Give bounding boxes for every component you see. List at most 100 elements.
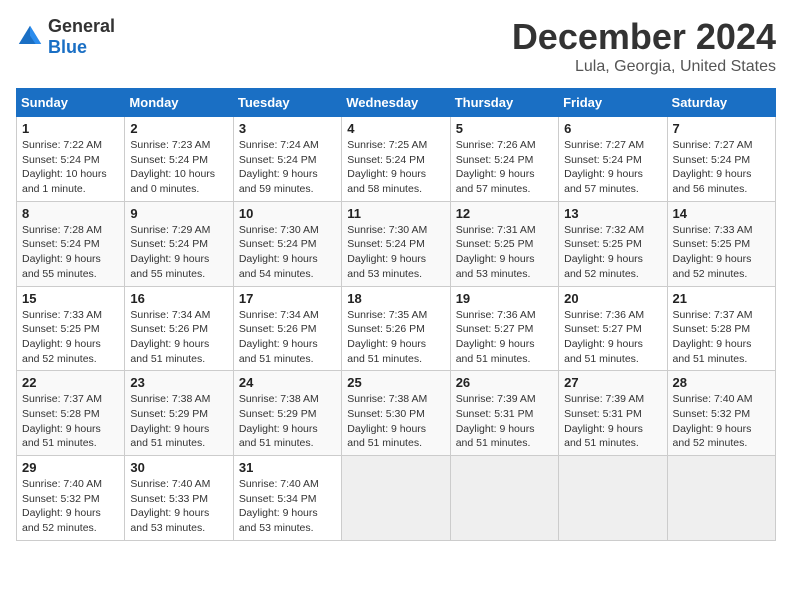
day-info: Sunrise: 7:40 AMSunset: 5:33 PMDaylight:…: [130, 478, 210, 534]
calendar-table: Sunday Monday Tuesday Wednesday Thursday…: [16, 88, 776, 541]
col-sunday: Sunday: [17, 89, 125, 117]
calendar-cell: 30 Sunrise: 7:40 AMSunset: 5:33 PMDaylig…: [125, 456, 233, 541]
col-tuesday: Tuesday: [233, 89, 341, 117]
col-friday: Friday: [559, 89, 667, 117]
day-number: 24: [239, 375, 336, 390]
day-number: 8: [22, 206, 119, 221]
day-number: 29: [22, 460, 119, 475]
day-info: Sunrise: 7:23 AMSunset: 5:24 PMDaylight:…: [130, 139, 215, 195]
calendar-week-2: 8 Sunrise: 7:28 AMSunset: 5:24 PMDayligh…: [17, 201, 776, 286]
calendar-cell: 15 Sunrise: 7:33 AMSunset: 5:25 PMDaylig…: [17, 286, 125, 371]
day-info: Sunrise: 7:34 AMSunset: 5:26 PMDaylight:…: [130, 309, 210, 365]
day-number: 28: [673, 375, 770, 390]
calendar-cell: 25 Sunrise: 7:38 AMSunset: 5:30 PMDaylig…: [342, 371, 450, 456]
calendar-cell: 13 Sunrise: 7:32 AMSunset: 5:25 PMDaylig…: [559, 201, 667, 286]
calendar-cell: 20 Sunrise: 7:36 AMSunset: 5:27 PMDaylig…: [559, 286, 667, 371]
calendar-cell: 7 Sunrise: 7:27 AMSunset: 5:24 PMDayligh…: [667, 117, 775, 202]
day-number: 18: [347, 291, 444, 306]
calendar-cell: 8 Sunrise: 7:28 AMSunset: 5:24 PMDayligh…: [17, 201, 125, 286]
calendar-cell: 16 Sunrise: 7:34 AMSunset: 5:26 PMDaylig…: [125, 286, 233, 371]
day-number: 4: [347, 121, 444, 136]
day-number: 7: [673, 121, 770, 136]
day-number: 26: [456, 375, 553, 390]
calendar-cell: 31 Sunrise: 7:40 AMSunset: 5:34 PMDaylig…: [233, 456, 341, 541]
day-info: Sunrise: 7:32 AMSunset: 5:25 PMDaylight:…: [564, 224, 644, 280]
calendar-cell: [559, 456, 667, 541]
calendar-week-3: 15 Sunrise: 7:33 AMSunset: 5:25 PMDaylig…: [17, 286, 776, 371]
day-number: 23: [130, 375, 227, 390]
calendar-cell: 9 Sunrise: 7:29 AMSunset: 5:24 PMDayligh…: [125, 201, 233, 286]
calendar-cell: 27 Sunrise: 7:39 AMSunset: 5:31 PMDaylig…: [559, 371, 667, 456]
calendar-cell: 1 Sunrise: 7:22 AMSunset: 5:24 PMDayligh…: [17, 117, 125, 202]
day-info: Sunrise: 7:24 AMSunset: 5:24 PMDaylight:…: [239, 139, 319, 195]
day-number: 1: [22, 121, 119, 136]
day-number: 30: [130, 460, 227, 475]
calendar-cell: [450, 456, 558, 541]
month-title: December 2024: [512, 16, 776, 58]
day-info: Sunrise: 7:36 AMSunset: 5:27 PMDaylight:…: [456, 309, 536, 365]
logo-text-general: General: [48, 16, 115, 36]
day-info: Sunrise: 7:27 AMSunset: 5:24 PMDaylight:…: [564, 139, 644, 195]
day-number: 16: [130, 291, 227, 306]
calendar-cell: 10 Sunrise: 7:30 AMSunset: 5:24 PMDaylig…: [233, 201, 341, 286]
header-row: Sunday Monday Tuesday Wednesday Thursday…: [17, 89, 776, 117]
location-title: Lula, Georgia, United States: [512, 58, 776, 76]
calendar-cell: [667, 456, 775, 541]
day-number: 17: [239, 291, 336, 306]
col-wednesday: Wednesday: [342, 89, 450, 117]
day-info: Sunrise: 7:38 AMSunset: 5:29 PMDaylight:…: [130, 393, 210, 449]
calendar-cell: 4 Sunrise: 7:25 AMSunset: 5:24 PMDayligh…: [342, 117, 450, 202]
day-number: 5: [456, 121, 553, 136]
day-info: Sunrise: 7:40 AMSunset: 5:32 PMDaylight:…: [22, 478, 102, 534]
logo: General Blue: [16, 16, 115, 58]
calendar-cell: 5 Sunrise: 7:26 AMSunset: 5:24 PMDayligh…: [450, 117, 558, 202]
day-info: Sunrise: 7:33 AMSunset: 5:25 PMDaylight:…: [22, 309, 102, 365]
calendar-week-4: 22 Sunrise: 7:37 AMSunset: 5:28 PMDaylig…: [17, 371, 776, 456]
day-info: Sunrise: 7:36 AMSunset: 5:27 PMDaylight:…: [564, 309, 644, 365]
day-info: Sunrise: 7:26 AMSunset: 5:24 PMDaylight:…: [456, 139, 536, 195]
calendar-cell: 24 Sunrise: 7:38 AMSunset: 5:29 PMDaylig…: [233, 371, 341, 456]
day-number: 12: [456, 206, 553, 221]
day-number: 11: [347, 206, 444, 221]
calendar-cell: 6 Sunrise: 7:27 AMSunset: 5:24 PMDayligh…: [559, 117, 667, 202]
day-info: Sunrise: 7:39 AMSunset: 5:31 PMDaylight:…: [564, 393, 644, 449]
day-info: Sunrise: 7:31 AMSunset: 5:25 PMDaylight:…: [456, 224, 536, 280]
calendar-week-1: 1 Sunrise: 7:22 AMSunset: 5:24 PMDayligh…: [17, 117, 776, 202]
calendar-cell: [342, 456, 450, 541]
day-info: Sunrise: 7:37 AMSunset: 5:28 PMDaylight:…: [673, 309, 753, 365]
day-info: Sunrise: 7:25 AMSunset: 5:24 PMDaylight:…: [347, 139, 427, 195]
logo-icon: [16, 23, 44, 51]
calendar-cell: 22 Sunrise: 7:37 AMSunset: 5:28 PMDaylig…: [17, 371, 125, 456]
calendar-cell: 18 Sunrise: 7:35 AMSunset: 5:26 PMDaylig…: [342, 286, 450, 371]
calendar-cell: 2 Sunrise: 7:23 AMSunset: 5:24 PMDayligh…: [125, 117, 233, 202]
day-number: 27: [564, 375, 661, 390]
day-info: Sunrise: 7:33 AMSunset: 5:25 PMDaylight:…: [673, 224, 753, 280]
day-info: Sunrise: 7:40 AMSunset: 5:32 PMDaylight:…: [673, 393, 753, 449]
day-info: Sunrise: 7:29 AMSunset: 5:24 PMDaylight:…: [130, 224, 210, 280]
calendar-cell: 23 Sunrise: 7:38 AMSunset: 5:29 PMDaylig…: [125, 371, 233, 456]
col-saturday: Saturday: [667, 89, 775, 117]
day-number: 13: [564, 206, 661, 221]
day-number: 2: [130, 121, 227, 136]
day-number: 9: [130, 206, 227, 221]
calendar-cell: 3 Sunrise: 7:24 AMSunset: 5:24 PMDayligh…: [233, 117, 341, 202]
day-number: 3: [239, 121, 336, 136]
day-number: 31: [239, 460, 336, 475]
day-info: Sunrise: 7:28 AMSunset: 5:24 PMDaylight:…: [22, 224, 102, 280]
day-number: 15: [22, 291, 119, 306]
page-header: General Blue December 2024 Lula, Georgia…: [16, 16, 776, 76]
day-info: Sunrise: 7:37 AMSunset: 5:28 PMDaylight:…: [22, 393, 102, 449]
day-info: Sunrise: 7:30 AMSunset: 5:24 PMDaylight:…: [347, 224, 427, 280]
day-number: 14: [673, 206, 770, 221]
calendar-cell: 29 Sunrise: 7:40 AMSunset: 5:32 PMDaylig…: [17, 456, 125, 541]
calendar-cell: 19 Sunrise: 7:36 AMSunset: 5:27 PMDaylig…: [450, 286, 558, 371]
day-number: 25: [347, 375, 444, 390]
day-info: Sunrise: 7:27 AMSunset: 5:24 PMDaylight:…: [673, 139, 753, 195]
day-info: Sunrise: 7:30 AMSunset: 5:24 PMDaylight:…: [239, 224, 319, 280]
calendar-cell: 21 Sunrise: 7:37 AMSunset: 5:28 PMDaylig…: [667, 286, 775, 371]
title-area: December 2024 Lula, Georgia, United Stat…: [512, 16, 776, 76]
day-info: Sunrise: 7:40 AMSunset: 5:34 PMDaylight:…: [239, 478, 319, 534]
calendar-cell: 11 Sunrise: 7:30 AMSunset: 5:24 PMDaylig…: [342, 201, 450, 286]
day-info: Sunrise: 7:38 AMSunset: 5:29 PMDaylight:…: [239, 393, 319, 449]
col-thursday: Thursday: [450, 89, 558, 117]
